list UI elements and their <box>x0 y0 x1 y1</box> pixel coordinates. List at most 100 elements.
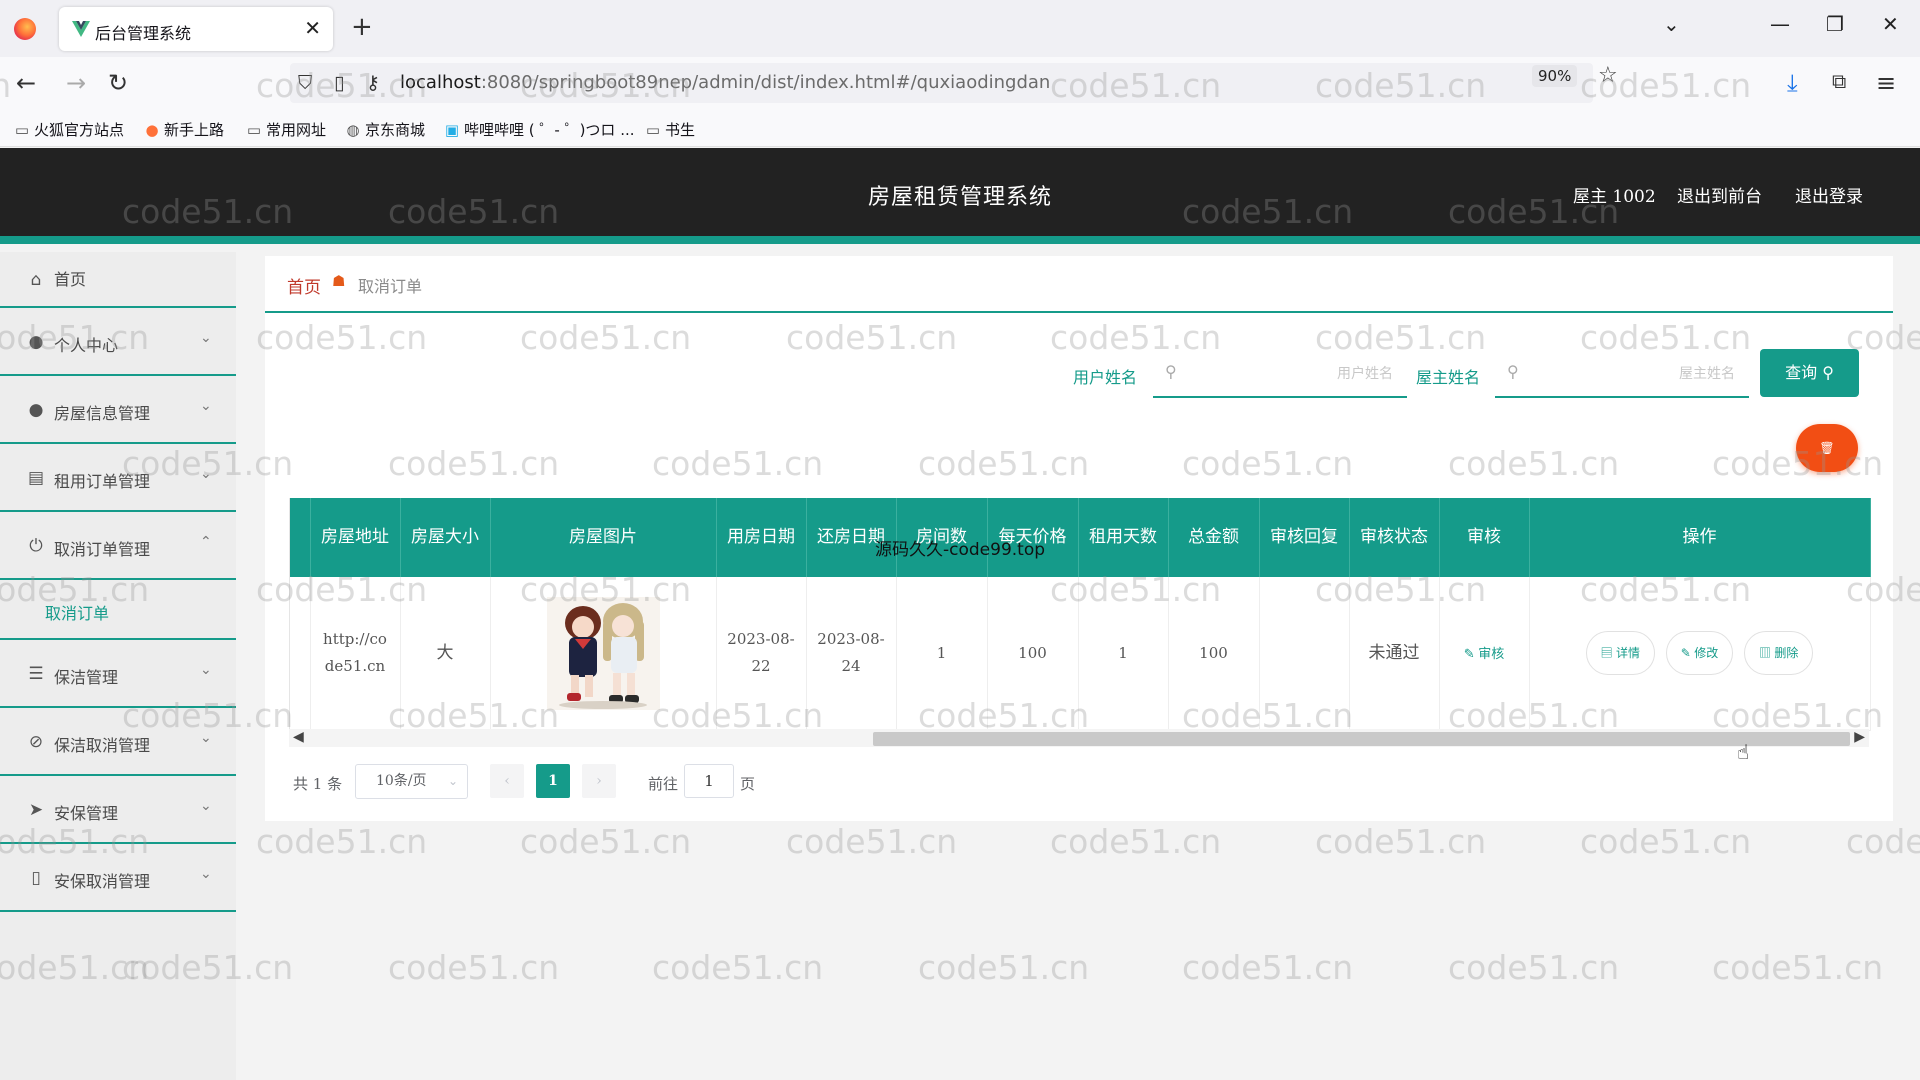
sidebar-subitem-cancel-order[interactable]: 取消订单 <box>0 582 236 640</box>
prev-page-button[interactable]: ‹ <box>490 764 524 798</box>
shield-icon[interactable]: ⛉ <box>298 72 312 94</box>
detail-button[interactable]: ▤ 详情 <box>1585 631 1656 676</box>
download-icon[interactable]: ⤓ <box>1787 69 1798 97</box>
cell-total: 100 <box>1168 577 1260 731</box>
owner-name-field[interactable]: ⚲ <box>1495 348 1749 398</box>
goto-page-input[interactable]: 1 <box>684 764 734 798</box>
window-close-icon[interactable]: ✕ <box>1882 12 1899 36</box>
column-header: 房屋大小 <box>400 498 491 577</box>
trash-icon: 🗑 <box>1819 441 1835 455</box>
page-size-value: 10条/页 <box>376 773 427 789</box>
sidebar-item-label: 保洁管理 <box>54 668 119 687</box>
logout-link[interactable]: 退出登录 <box>1795 182 1863 207</box>
url-text[interactable]: localhost:8080/springboot89nep/admin/dis… <box>400 72 1050 93</box>
table-horizontal-scrollbar[interactable]: ◀ ▶ <box>289 729 1869 747</box>
bilibili-icon: ▣ <box>444 121 460 139</box>
bookmark-item[interactable]: ● 新手上路 <box>144 119 224 140</box>
user-name-label: 用户姓名 <box>1073 368 1138 387</box>
cell-address: http://code51.cn <box>310 577 401 731</box>
back-icon[interactable]: ← <box>16 69 36 97</box>
edit-icon: ✎ <box>1680 646 1695 661</box>
app-header: 房屋租赁管理系统 屋主 1002 退出到前台 退出登录 <box>0 148 1920 244</box>
batch-delete-button[interactable]: 🗑 <box>1796 424 1858 472</box>
column-header: 审核回复 <box>1259 498 1350 577</box>
column-header: 审核 <box>1439 498 1530 577</box>
watermark-text: code51.cn <box>918 948 1090 987</box>
search-icon: ⚲ <box>1507 362 1519 381</box>
page-icon[interactable]: ▯ <box>334 72 344 94</box>
chevron-down-icon: ⌄ <box>200 330 212 346</box>
sidebar-item-label: 安保取消管理 <box>54 872 151 891</box>
reload-icon[interactable]: ↻ <box>108 69 128 97</box>
restore-icon[interactable]: ❐ <box>1826 12 1844 36</box>
table-row[interactable]: http://code51.cn 大 2023-08-22 2023-08-24… <box>290 577 1871 731</box>
zoom-level[interactable]: 90% <box>1532 65 1578 87</box>
scrollbar-thumb[interactable] <box>873 732 1850 746</box>
sidebar-item-rental-orders[interactable]: ▤ 租用订单管理 ⌄ <box>0 446 236 512</box>
sidebar-item-house-info[interactable]: ● 房屋信息管理 ⌄ <box>0 378 236 444</box>
forward-icon[interactable]: → <box>66 69 86 97</box>
sidebar-item-home[interactable]: ⌂ 首页 <box>0 252 236 308</box>
menu-icon[interactable]: ≡ <box>1876 69 1896 97</box>
extensions-icon[interactable]: ⧉ <box>1832 69 1846 93</box>
exit-to-front-link[interactable]: 退出到前台 <box>1677 182 1762 207</box>
breadcrumb: 首页 ☗ 取消订单 <box>265 256 1893 313</box>
bookmarks-bar: ▭ 火狐官方站点 ● 新手上路 ▭ 常用网址 ◍ 京东商城 ▣ 哔哩哔哩 ( ゜- ゜)つ… <box>0 110 1920 147</box>
briefcase-icon: ▤ <box>27 468 45 488</box>
folder-icon: ▭ <box>645 121 661 139</box>
row-select-cell[interactable] <box>290 577 311 731</box>
sidebar-item-security-cancel[interactable]: ▯ 安保取消管理 ⌄ <box>0 846 236 912</box>
user-name-field[interactable]: ⚲ <box>1153 348 1407 398</box>
main-content: 首页 ☗ 取消订单 用户姓名 ⚲ 屋主姓名 ⚲ 查询 ⚲ 🗑 房屋 <box>265 256 1893 821</box>
sidebar-item-personal-center[interactable]: ● 个人中心 ⌄ <box>0 310 236 376</box>
bookmark-item[interactable]: ▣ 哔哩哔哩 ( ゜- ゜)つロ ... <box>444 119 635 140</box>
firefox-icon: ● <box>145 121 159 139</box>
sidebar-item-cleaning-cancel[interactable]: ⊘ 保洁取消管理 ⌄ <box>0 710 236 776</box>
table-header-row: 房屋地址 房屋大小 房屋图片 用房日期 还房日期 房间数 每天价格 租用天数 总… <box>290 498 1871 577</box>
scroll-left-icon[interactable]: ◀ <box>293 729 304 745</box>
bookmark-star-icon[interactable]: ☆ <box>1598 63 1618 88</box>
chevron-down-icon: ⌄ <box>200 798 212 814</box>
scroll-right-icon[interactable]: ▶ <box>1854 729 1865 745</box>
watermark-text: code51.cn <box>786 822 958 861</box>
browser-tab-active[interactable]: 后台管理系统 ✕ <box>59 7 333 51</box>
folder-icon: ▭ <box>246 121 262 139</box>
new-tab-icon[interactable]: + <box>351 12 373 42</box>
sidebar-item-cleaning[interactable]: ☰ 保洁管理 ⌄ <box>0 642 236 708</box>
watermark-text: code51.cn <box>1050 822 1222 861</box>
column-header-select <box>290 498 311 577</box>
user-icon: ● <box>28 332 44 352</box>
sidebar-item-cancel-orders[interactable]: ⏻ 取消订单管理 ⌃ <box>0 514 236 580</box>
breadcrumb-separator-icon: ☗ <box>332 272 346 290</box>
bookmark-item[interactable]: ▭ 常用网址 <box>246 119 326 140</box>
breadcrumb-home[interactable]: 首页 <box>287 273 321 298</box>
firefox-logo-icon[interactable] <box>14 18 36 40</box>
page-size-select[interactable]: 10条/页 ⌄ <box>355 764 468 799</box>
watermark-text: code51.cn <box>256 822 428 861</box>
next-page-button[interactable]: › <box>582 764 616 798</box>
trash-icon: ▥ <box>1758 646 1775 661</box>
sidebar-item-label: 个人中心 <box>54 336 119 355</box>
url-bar[interactable]: ⛉ ▯ ⚷ localhost:8080/springboot89nep/adm… <box>290 63 1593 103</box>
key-icon[interactable]: ⚷ <box>366 72 380 94</box>
house-image[interactable] <box>546 596 660 710</box>
owner-name-input[interactable] <box>1535 358 1735 388</box>
vue-favicon-icon <box>72 21 90 37</box>
page-number-button[interactable]: 1 <box>536 764 570 798</box>
tab-close-icon[interactable]: ✕ <box>304 16 321 40</box>
user-name-input[interactable] <box>1193 358 1393 388</box>
delete-button[interactable]: ▥ 删除 <box>1743 631 1814 676</box>
breadcrumb-current: 取消订单 <box>358 277 423 296</box>
column-header: 用房日期 <box>716 498 807 577</box>
minimize-icon[interactable]: — <box>1770 12 1790 36</box>
audit-button[interactable]: ✎ 审核 <box>1464 646 1505 661</box>
edit-button[interactable]: ✎ 修改 <box>1665 631 1734 676</box>
bookmark-item[interactable]: ▭ 火狐官方站点 <box>14 119 124 140</box>
bookmark-item[interactable]: ◍ 京东商城 <box>345 119 425 140</box>
cell-rooms: 1 <box>896 577 988 731</box>
cell-daily-price: 100 <box>987 577 1079 731</box>
sidebar-item-security[interactable]: ➤ 安保管理 ⌄ <box>0 778 236 844</box>
list-tabs-icon[interactable]: ⌄ <box>1663 12 1680 36</box>
bookmark-item[interactable]: ▭ 书生 <box>645 119 695 140</box>
query-button[interactable]: 查询 ⚲ <box>1760 349 1859 397</box>
